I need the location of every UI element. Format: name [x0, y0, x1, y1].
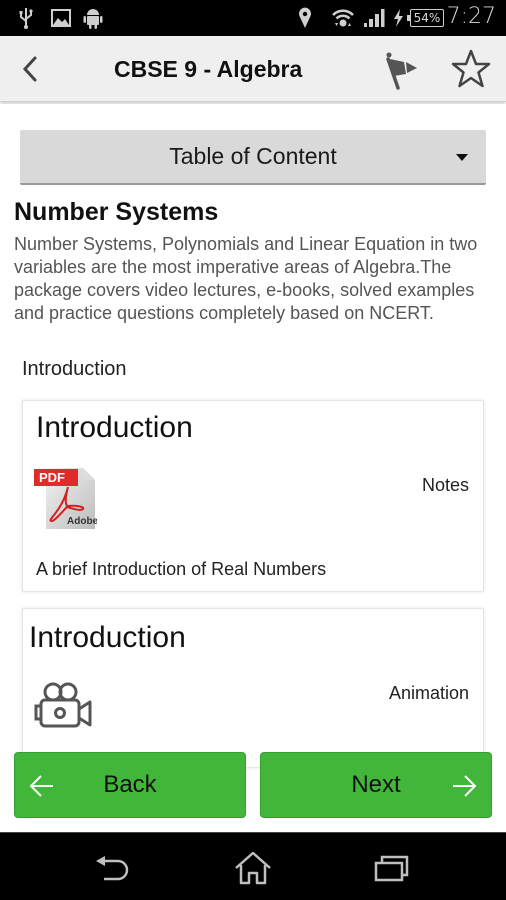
card-type-label: Notes [421, 475, 469, 495]
pdf-icon: PDF Adobe [33, 465, 99, 531]
back-button[interactable]: Back [14, 752, 246, 818]
back-button-label: Back [103, 771, 157, 798]
flag-icon [386, 52, 417, 90]
image-icon [50, 6, 72, 30]
battery-level: 54% [407, 9, 444, 27]
recent-apps-icon [374, 855, 409, 882]
table-of-content-dropdown[interactable]: Table of Content [20, 130, 486, 185]
system-recents-button[interactable] [370, 849, 414, 887]
video-camera-icon [33, 681, 95, 731]
system-back-button[interactable] [92, 849, 136, 887]
clock: 7:27 [446, 4, 496, 29]
pdf-icon-brand: Adobe [67, 516, 97, 527]
page-title: CBSE 9 - Algebra [114, 56, 303, 82]
card-description: A brief Introduction of Real Numbers [36, 559, 327, 579]
caret-down-icon [456, 154, 468, 161]
arrow-left-icon [29, 775, 53, 797]
back-icon [96, 856, 129, 881]
arrow-right-icon [453, 775, 477, 797]
content-card-notes[interactable]: Introduction PDF Adobe Notes A brief Int… [22, 400, 484, 592]
next-button[interactable]: Next [260, 752, 492, 818]
chevron-left-icon [22, 56, 37, 82]
section-title: Number Systems [14, 198, 219, 226]
flag-button[interactable] [382, 50, 422, 90]
content-card-animation[interactable]: Introduction Animation [22, 608, 484, 768]
wifi-icon [330, 6, 356, 30]
location-icon [296, 6, 314, 30]
status-bar: 54% 7:27 [0, 0, 506, 36]
content-scroll-area[interactable]: Table of Content Number Systems Number S… [0, 104, 506, 832]
home-icon [235, 851, 271, 885]
android-icon [82, 6, 104, 30]
pdf-icon-label: PDF [39, 470, 65, 485]
action-bar: CBSE 9 - Algebra [0, 36, 506, 102]
favorite-button[interactable] [450, 48, 492, 90]
system-home-button[interactable] [231, 849, 275, 887]
section-description: Number Systems, Polynomials and Linear E… [14, 234, 478, 323]
sub-heading: Introduction [22, 358, 127, 380]
next-button-label: Next [351, 771, 401, 798]
system-nav-bar [0, 832, 506, 900]
star-outline-icon [451, 49, 491, 88]
card-type-label: Animation [388, 683, 469, 703]
back-navigation-button[interactable] [14, 53, 46, 85]
dropdown-label: Table of Content [169, 143, 337, 169]
card-title: Introduction [36, 411, 193, 444]
charging-icon [390, 6, 406, 30]
card-title: Introduction [29, 621, 186, 654]
usb-icon [16, 6, 36, 30]
signal-icon [362, 6, 386, 30]
